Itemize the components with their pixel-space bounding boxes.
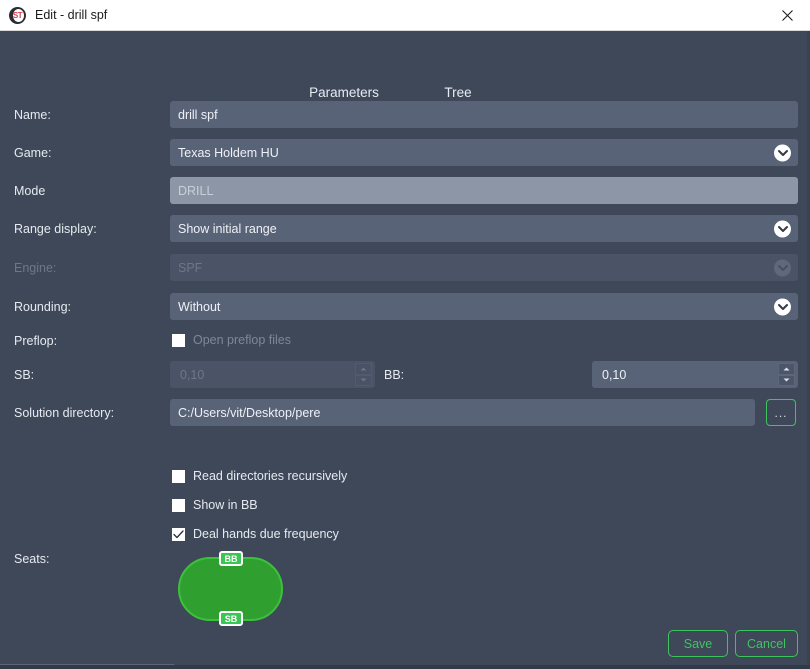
seat-badge-sb[interactable]: SB <box>219 611 243 626</box>
show-in-bb-label: Show in BB <box>193 498 258 512</box>
stepper-down-icon <box>355 374 372 386</box>
stepper-up-icon <box>355 363 372 375</box>
name-input[interactable]: drill spf <box>170 101 798 128</box>
edit-dialog: Parameters Tree Name: drill spf Game: Te… <box>0 31 810 669</box>
bb-stepper-buttons[interactable] <box>778 363 795 386</box>
seats-table-widget[interactable]: BB SB <box>178 551 283 626</box>
range-display-select[interactable]: Show initial range <box>170 215 798 242</box>
deal-hands-due-frequency-label: Deal hands due frequency <box>193 527 339 541</box>
seat-badge-bb[interactable]: BB <box>219 551 243 566</box>
chevron-down-icon <box>774 259 791 276</box>
range-display-value: Show initial range <box>178 221 277 236</box>
deal-hands-due-frequency-checkbox[interactable]: Deal hands due frequency <box>172 527 339 541</box>
game-select-value: Texas Holdem HU <box>178 145 279 160</box>
rounding-select[interactable]: Without <box>170 293 798 320</box>
sb-stepper-buttons <box>355 363 372 386</box>
stepper-down-icon[interactable] <box>778 374 795 386</box>
name-label: Name: <box>14 108 51 122</box>
read-directories-recursively-checkbox[interactable]: Read directories recursively <box>172 469 347 483</box>
rounding-label: Rounding: <box>14 300 71 314</box>
solver-logo-icon <box>9 6 26 24</box>
bb-label: BB: <box>384 368 405 382</box>
window-title: Edit - drill spf <box>35 8 108 22</box>
sb-stepper: 0,10 <box>170 361 375 388</box>
bb-value: 0,10 <box>602 367 627 382</box>
sb-value: 0,10 <box>180 367 205 382</box>
save-button[interactable]: Save <box>668 630 728 657</box>
engine-select: SPF <box>170 254 798 281</box>
checkmark-icon <box>173 529 184 538</box>
sb-label: SB: <box>14 368 35 382</box>
close-icon[interactable] <box>765 0 810 30</box>
stepper-up-icon[interactable] <box>778 363 795 375</box>
mode-value: DRILL <box>170 177 798 204</box>
read-directories-recursively-label: Read directories recursively <box>193 469 348 483</box>
show-in-bb-checkbox[interactable]: Show in BB <box>172 498 258 512</box>
chevron-down-icon[interactable] <box>774 220 791 237</box>
game-label: Game: <box>14 146 52 160</box>
tab-tree-label: Tree <box>444 85 472 100</box>
cancel-button[interactable]: Cancel <box>735 630 798 657</box>
preflop-label: Preflop: <box>14 334 58 348</box>
browse-directory-button[interactable]: ... <box>766 399 796 426</box>
rounding-value: Without <box>178 299 221 314</box>
range-display-label: Range display: <box>14 222 97 236</box>
engine-value: SPF <box>178 260 203 275</box>
solution-directory-label: Solution directory: <box>14 406 115 420</box>
window-frame-divider <box>0 664 174 665</box>
window-frame-bottom <box>0 665 810 669</box>
bb-stepper[interactable]: 0,10 <box>592 361 798 388</box>
checkbox-box-checked <box>172 527 185 541</box>
open-preflop-files-label: Open preflop files <box>193 333 291 347</box>
seats-label: Seats: <box>14 552 50 566</box>
game-select[interactable]: Texas Holdem HU <box>170 139 798 166</box>
engine-label: Engine: <box>14 261 57 275</box>
checkbox-box <box>172 469 185 483</box>
chevron-down-icon[interactable] <box>774 298 791 315</box>
tab-parameters-label: Parameters <box>309 85 379 100</box>
checkbox-box <box>172 333 185 347</box>
window-title-bar: Edit - drill spf <box>0 0 810 31</box>
chevron-down-icon[interactable] <box>774 144 791 161</box>
mode-label: Mode <box>14 184 46 198</box>
solution-directory-input[interactable]: C:/Users/vit/Desktop/pere <box>170 399 755 426</box>
open-preflop-files-checkbox[interactable]: Open preflop files <box>172 333 291 347</box>
checkbox-box <box>172 498 185 512</box>
